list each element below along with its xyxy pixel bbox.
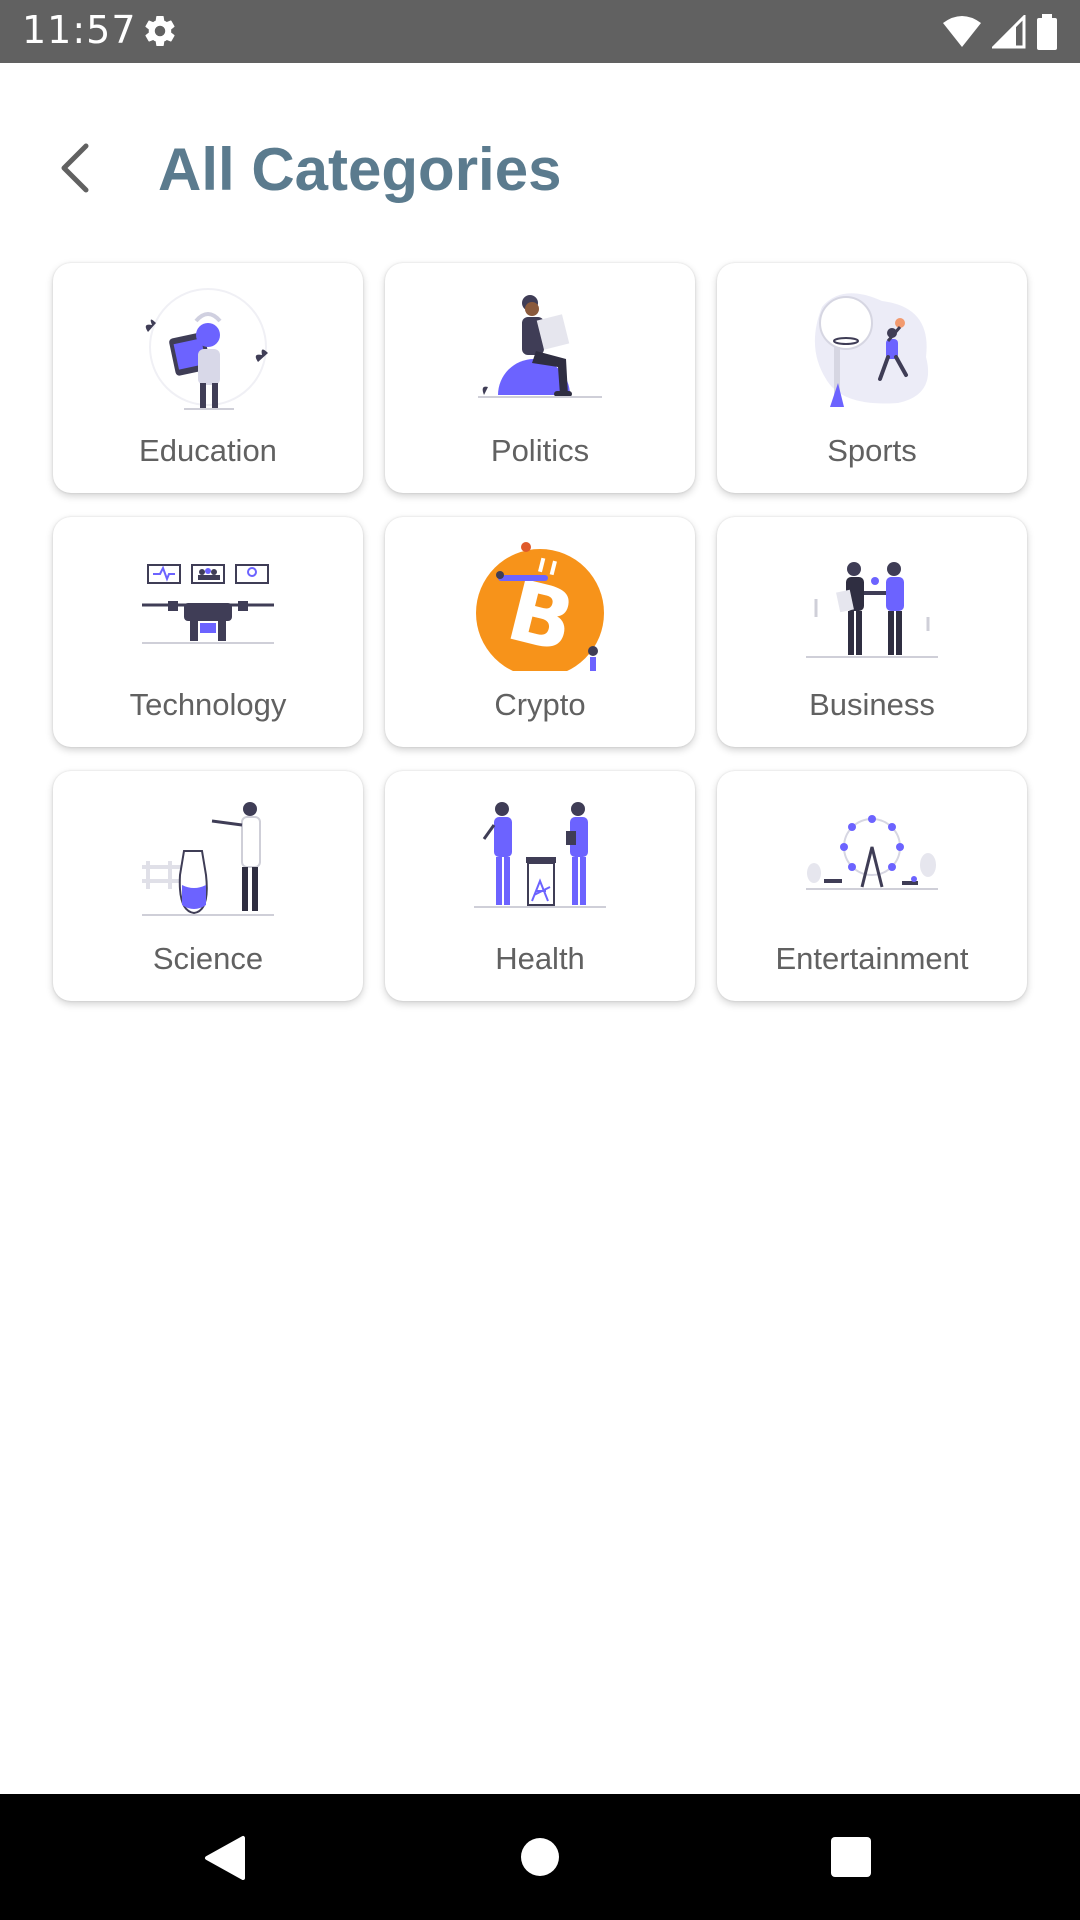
sports-illustration-icon: [814, 293, 929, 407]
back-triangle-icon[interactable]: [191, 1824, 257, 1890]
education-illustration-icon: [145, 288, 268, 410]
technology-illustration-icon: [142, 564, 274, 644]
category-card-science[interactable]: Science: [53, 771, 363, 1001]
entertainment-illustration-icon: [806, 815, 938, 890]
category-label: Science: [152, 941, 264, 976]
wifi-icon: [943, 16, 981, 47]
category-grid: Education Politics Sports Technology B C…: [53, 263, 1027, 1001]
page-title: All Categories: [158, 136, 562, 203]
category-label: Technology: [129, 687, 287, 722]
back-button[interactable]: [52, 140, 102, 196]
status-bar: 11:57: [0, 0, 1080, 63]
politics-illustration-icon: [478, 295, 602, 398]
category-card-entertainment[interactable]: Entertainment: [717, 771, 1027, 1001]
business-illustration-icon: [806, 562, 938, 658]
status-time: 11:57: [22, 8, 137, 52]
category-card-technology[interactable]: Technology: [53, 517, 363, 747]
crypto-illustration-icon: B: [476, 542, 604, 671]
science-illustration-icon: [142, 802, 274, 916]
category-label: Business: [809, 687, 935, 722]
status-icons: [942, 12, 1058, 52]
cell-signal-icon: [992, 15, 1026, 49]
category-label: Education: [139, 433, 277, 468]
category-label: Entertainment: [775, 941, 969, 976]
category-card-sports[interactable]: Sports: [717, 263, 1027, 493]
settings-gear-icon: [145, 16, 175, 47]
category-card-crypto[interactable]: B Crypto: [385, 517, 695, 747]
category-card-health[interactable]: Health: [385, 771, 695, 1001]
category-label: Sports: [827, 433, 917, 468]
category-label: Crypto: [494, 687, 586, 722]
category-label: Health: [495, 941, 585, 976]
health-illustration-icon: [474, 802, 606, 908]
recents-square-icon[interactable]: [818, 1824, 884, 1890]
system-nav-bar: [0, 1794, 1080, 1920]
category-card-business[interactable]: Business: [717, 517, 1027, 747]
category-card-politics[interactable]: Politics: [385, 263, 695, 493]
home-circle-icon[interactable]: [507, 1824, 573, 1890]
chevron-left-icon: [61, 143, 89, 193]
category-card-education[interactable]: Education: [53, 263, 363, 493]
category-label: Politics: [490, 433, 590, 468]
battery-icon: [1037, 14, 1057, 50]
